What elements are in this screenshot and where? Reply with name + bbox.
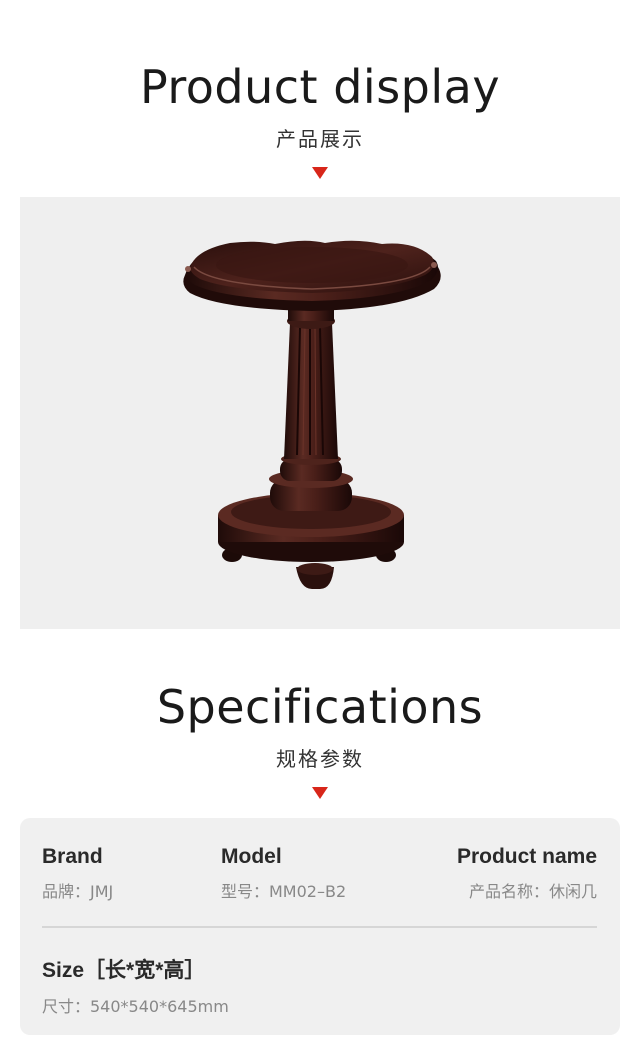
spec-model-label: Model xyxy=(221,845,282,868)
down-triangle-icon xyxy=(312,167,328,179)
specifications-title: Specifications xyxy=(156,680,484,734)
product-photo xyxy=(20,197,620,629)
spec-model-value: 型号：MM02–B2 xyxy=(221,882,347,901)
specifications-card: Brand 品牌：JMJ Model 型号：MM02–B2 Product na… xyxy=(20,818,620,1035)
spec-brand-label: Brand xyxy=(42,845,103,868)
spec-model: Model 型号：MM02–B2 xyxy=(221,845,346,902)
specifications-subtitle: 规格参数 xyxy=(276,747,364,771)
down-triangle-icon xyxy=(312,787,328,799)
side-table-image xyxy=(183,240,441,589)
product-display-title: Product display xyxy=(139,60,501,114)
spec-divider xyxy=(42,926,597,928)
spec-size: Size［长*宽*高］ 尺寸：540*540*645mm xyxy=(42,954,229,1017)
product-display-subtitle: 产品展示 xyxy=(276,127,364,151)
spec-brand-value: 品牌：JMJ xyxy=(42,882,114,901)
spec-product-name-value: 产品名称：休闲几 xyxy=(468,882,597,901)
spec-size-value: 尺寸：540*540*645mm xyxy=(42,997,229,1016)
spec-size-label: Size［长*宽*高］ xyxy=(42,959,206,982)
spec-brand: Brand 品牌：JMJ xyxy=(42,845,113,902)
spec-product-name: Product name 产品名称：休闲几 xyxy=(457,845,597,902)
spec-product-name-label: Product name xyxy=(456,845,597,868)
